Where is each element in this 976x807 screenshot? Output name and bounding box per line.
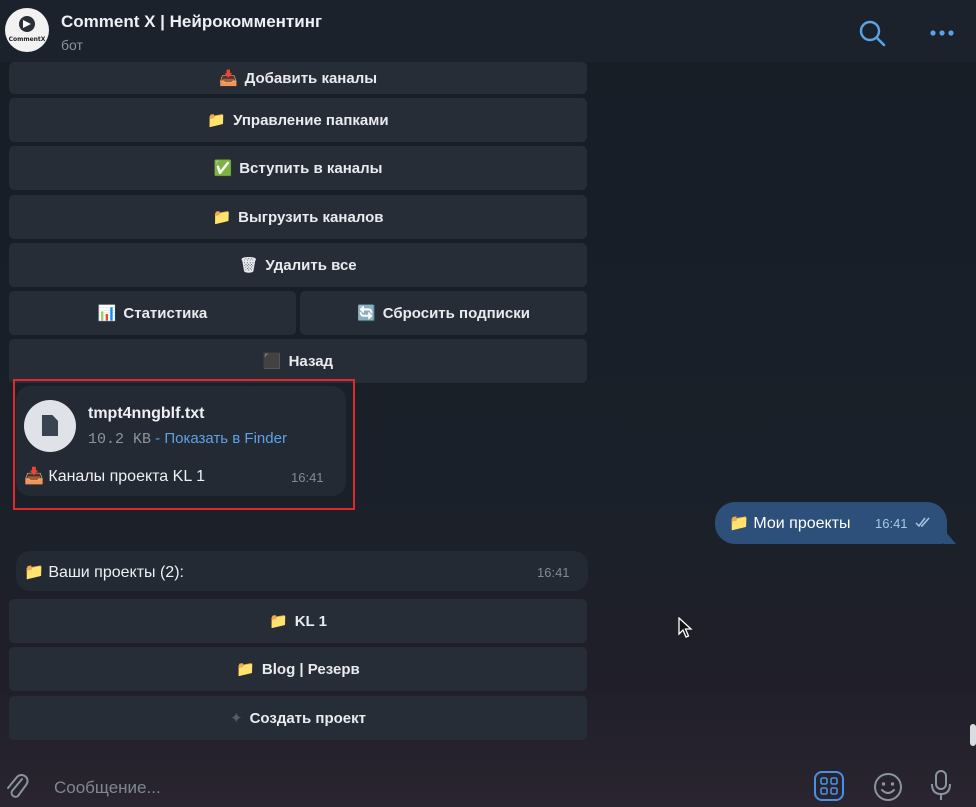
button-label: Назад xyxy=(288,352,334,370)
telegram-plane-icon xyxy=(19,16,35,32)
chat-header: CommentX Comment X | Нейрокомментинг бот xyxy=(0,0,976,62)
file-meta: 10.2 KB - Показать в Finder xyxy=(88,430,287,448)
button-label: Статистика xyxy=(123,304,208,322)
folder-icon: 📁 xyxy=(729,513,749,532)
delete-all-button[interactable]: 🗑 Удалить все xyxy=(9,243,587,287)
chart-icon: 📊 xyxy=(97,304,117,322)
button-label: Создать проект xyxy=(249,709,366,727)
message-text: Мои проекты xyxy=(753,515,851,532)
file-meta-separator: - xyxy=(151,430,165,447)
manage-folders-button[interactable]: 📁 Управление папками xyxy=(9,98,587,142)
project-blog-button[interactable]: 📁 Blog | Резерв xyxy=(9,647,587,691)
message-time: 16:41 xyxy=(875,516,908,531)
bubble-tail xyxy=(944,530,956,544)
export-channels-button[interactable]: 📁 Выгрузить каналов xyxy=(9,195,587,239)
button-label: KL 1 xyxy=(294,612,327,630)
mouse-cursor-icon xyxy=(678,617,693,638)
back-button[interactable]: ⬛ Назад xyxy=(9,339,587,383)
folder-icon: 📁 xyxy=(236,660,255,678)
button-label: Сбросить подписки xyxy=(382,304,530,322)
folder-icon: 📁 xyxy=(24,562,44,581)
outgoing-message[interactable]: 📁 Мои проекты 16:41 xyxy=(715,502,947,544)
create-project-button[interactable]: ✦ Создать проект xyxy=(9,696,587,740)
document-icon xyxy=(42,415,58,436)
search-icon[interactable] xyxy=(857,18,887,48)
message-time: 16:41 xyxy=(291,470,324,485)
file-caption: 📥 Каналы проекта KL 1 xyxy=(24,466,205,486)
add-channels-button[interactable]: 📥 Добавить каналы xyxy=(9,62,587,94)
projects-text: 📁 Ваши проекты (2): xyxy=(24,562,184,582)
projects-message[interactable]: 📁 Ваши проекты (2): 16:41 xyxy=(16,551,588,591)
message-text: Ваши проекты (2): xyxy=(48,564,184,581)
composer-bar xyxy=(0,763,976,807)
folder-icon: 📁 xyxy=(207,111,227,129)
trash-icon: 🗑 xyxy=(239,256,259,274)
chat-title[interactable]: Comment X | Нейрокомментинг xyxy=(61,12,322,32)
bot-avatar[interactable]: CommentX xyxy=(5,8,49,52)
button-label: Выгрузить каналов xyxy=(238,208,384,226)
message-input[interactable] xyxy=(52,775,756,801)
scroll-handle[interactable] xyxy=(970,724,976,746)
chat-subtitle: бот xyxy=(61,37,83,53)
message-time: 16:41 xyxy=(537,565,570,580)
refresh-icon: 🔄 xyxy=(357,304,376,322)
button-label: Добавить каналы xyxy=(244,69,378,87)
microphone-icon[interactable] xyxy=(930,769,952,803)
button-label: Вступить в каналы xyxy=(239,159,383,177)
join-channels-button[interactable]: ✅ Вступить в каналы xyxy=(9,146,587,190)
outgoing-text: 📁 Мои проекты xyxy=(729,513,851,533)
emoji-icon[interactable] xyxy=(872,771,904,803)
file-size: 10.2 KB xyxy=(88,431,152,448)
statistics-button[interactable]: 📊 Статистика xyxy=(9,291,296,335)
more-icon[interactable] xyxy=(928,18,958,48)
inbox-icon: 📥 xyxy=(218,69,238,87)
file-message[interactable]: tmpt4nngblf.txt 10.2 KB - Показать в Fin… xyxy=(16,386,346,496)
back-icon: ⬛ xyxy=(262,352,282,370)
folder-icon: 📁 xyxy=(212,208,232,226)
sparkle-icon: ✦ xyxy=(229,709,243,727)
button-label: Удалить все xyxy=(265,256,357,274)
file-download-icon[interactable] xyxy=(24,400,76,452)
avatar-brand-text: CommentX xyxy=(8,36,46,43)
inbox-icon: 📥 xyxy=(24,466,44,485)
show-in-finder-link[interactable]: Показать в Finder xyxy=(164,430,287,447)
double-check-icon xyxy=(915,517,930,528)
paperclip-icon[interactable] xyxy=(4,771,30,801)
project-kl1-button[interactable]: 📁 KL 1 xyxy=(9,599,587,643)
caption-text: Каналы проекта KL 1 xyxy=(48,468,205,485)
button-label: Blog | Резерв xyxy=(261,660,360,678)
check-icon: ✅ xyxy=(213,159,233,177)
bot-menu-icon[interactable] xyxy=(814,771,844,801)
button-label: Управление папками xyxy=(233,111,389,129)
reset-subscriptions-button[interactable]: 🔄 Сбросить подписки xyxy=(300,291,587,335)
folder-icon: 📁 xyxy=(269,612,288,630)
file-name[interactable]: tmpt4nngblf.txt xyxy=(88,405,204,423)
